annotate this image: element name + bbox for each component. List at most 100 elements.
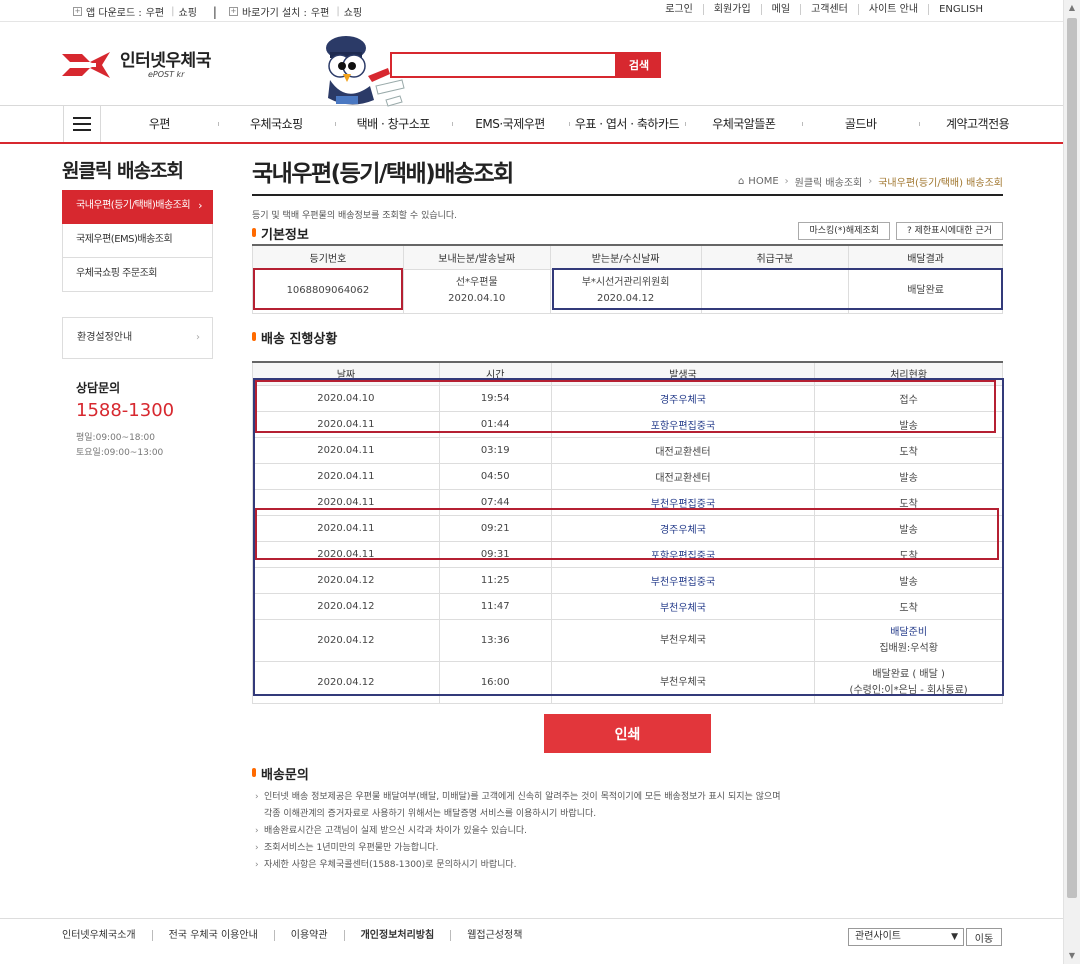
table-row: 2020.04.12 16:00 부천우체국 배달완료 ( 배달 ) (수령인:이*은님… (252, 661, 1003, 704)
status-cell: 배달준비 집배원:우석황 (814, 619, 1003, 662)
time-cell: 09:31 (438, 541, 552, 568)
status-text: 도착 (899, 447, 918, 458)
sitemap-link[interactable]: 사이트 안내 (857, 4, 928, 15)
status-cell: 도착 (814, 489, 1003, 516)
breadcrumb-oneclick[interactable]: 원클릭 배송조회 (795, 174, 863, 189)
date-cell: 2020.04.12 (252, 567, 440, 594)
nav-contract[interactable]: 계약고객전용 (919, 106, 1036, 142)
office-cell[interactable]: 부천우편집중국 (550, 489, 816, 516)
date-cell: 2020.04.11 (252, 463, 440, 490)
col-office: 발생국 (550, 360, 816, 386)
nav-mobile[interactable]: 우체국알뜰폰 (685, 106, 802, 142)
footer-offices-link[interactable]: 전국 우체국 이용안내 (151, 930, 274, 941)
footer-privacy-link[interactable]: 개인정보처리방침 (343, 930, 451, 941)
footer-accessibility-link[interactable]: 웹접근성정책 (450, 930, 538, 941)
table-row: 2020.04.11 09:31 포항우편집중국 도착 (252, 541, 1003, 568)
side-item-ems[interactable]: 국제우편(EMS)배송조회 (62, 224, 213, 258)
col-date: 날짜 (252, 360, 440, 386)
mail-link[interactable]: 메일 (760, 4, 800, 15)
unmask-button[interactable]: 마스킹(*)해제조회 (798, 222, 890, 240)
app-download-link-shop[interactable]: 쇼핑 (179, 4, 197, 19)
status-text[interactable]: 배달준비 (815, 625, 1002, 641)
scroll-up-icon[interactable]: ▲ (1064, 0, 1080, 16)
plus-icon: + (73, 7, 82, 16)
status-text: 도착 (899, 603, 918, 614)
sender-name: 선*우편물 (455, 277, 498, 288)
time-cell: 07:44 (438, 489, 552, 516)
saturday-hours: 토요일:09:00~13:00 (76, 448, 164, 458)
time-cell: 16:00 (438, 661, 552, 704)
tracking-number: 1068809064062 (252, 268, 404, 314)
env-settings-link[interactable]: 환경설정안내 › (62, 317, 213, 359)
shortcut-group: + 바로가기 설치 : 우편 | 쇼핑 (228, 4, 363, 19)
time-cell: 04:50 (438, 463, 552, 490)
join-link[interactable]: 회원가입 (702, 4, 761, 15)
col-time: 시간 (438, 360, 552, 386)
date-cell: 2020.04.12 (252, 619, 440, 662)
family-site-go-button[interactable]: 이동 (966, 928, 1002, 946)
site-logo[interactable]: 인터넷우체국 ePOST kr (62, 50, 211, 80)
office-cell[interactable]: 경주우체국 (550, 515, 816, 542)
office-cell: 부천우체국 (550, 661, 816, 704)
nav-stamp[interactable]: 우표 · 엽서 · 축하카드 (568, 106, 686, 142)
login-link[interactable]: 로그인 (655, 4, 703, 15)
limit-basis-button[interactable]: ? 제한표시에대한 근거 (895, 222, 1003, 240)
nav-parcel[interactable]: 택배 · 창구소포 (334, 106, 452, 142)
footer-about-link[interactable]: 인터넷우체국소개 (62, 930, 152, 941)
status-cell: 발송 (814, 515, 1003, 542)
shortcut-label: 바로가기 설치 : (241, 8, 307, 19)
consult-label: 상담문의 (76, 381, 121, 395)
header: 인터넷우체국 ePOST kr 검색 (0, 22, 1063, 107)
shortcut-link-post[interactable]: 우편 (311, 4, 329, 19)
english-link[interactable]: ENGLISH (928, 4, 993, 15)
nav-goldbar[interactable]: 골드바 (802, 106, 919, 142)
search-input[interactable] (390, 52, 617, 78)
nav-post[interactable]: 우편 (101, 106, 218, 142)
print-button[interactable]: 인쇄 (544, 714, 711, 753)
notice-line: 배송완료시간은 고객님이 실제 받으신 시각과 차이가 있을수 있습니다. (252, 823, 872, 840)
time-cell: 11:47 (438, 593, 552, 620)
breadcrumb-home[interactable]: HOME (748, 176, 778, 187)
page-description: 등기 및 택배 우편물의 배송정보를 조회할 수 있습니다. (252, 211, 458, 221)
office-cell[interactable]: 포항우편집중국 (550, 541, 816, 568)
office-cell[interactable]: 포항우편집중국 (550, 411, 816, 438)
scrollbar-thumb[interactable] (1067, 18, 1077, 898)
status-cell: 배달완료 ( 배달 ) (수령인:이*은님 - 회사동료) (814, 661, 1003, 704)
date-cell: 2020.04.11 (252, 541, 440, 568)
customer-center-link[interactable]: 고객센터 (800, 4, 858, 15)
status-cell: 도착 (814, 541, 1003, 568)
scroll-down-icon[interactable]: ▼ (1064, 948, 1080, 964)
family-site-select[interactable]: 관련사이트 ▼ (848, 928, 964, 946)
basic-info-table: 등기번호 보내는분/발송날짜 받는분/수신날짜 취급구분 배달결과 106880… (252, 244, 1003, 314)
search-button[interactable]: 검색 (617, 52, 661, 78)
office-cell[interactable]: 경주우체국 (550, 385, 816, 412)
logo-text: 인터넷우체국 (120, 50, 211, 71)
nav-shopping[interactable]: 우체국쇼핑 (217, 106, 335, 142)
side-item-shop-order[interactable]: 우체국쇼핑 주문조회 (62, 258, 213, 292)
office-cell[interactable]: 부천우체국 (550, 593, 816, 620)
hamburger-icon (73, 117, 91, 131)
side-item-domestic[interactable]: 국내우편(등기/택배)배송조회 › (62, 190, 213, 224)
delivery-result: 배달완료 (848, 268, 1003, 314)
chevron-right-icon: › (198, 199, 202, 212)
footer-terms-link[interactable]: 이용약관 (273, 930, 344, 941)
vertical-scrollbar[interactable]: ▲ ▼ (1063, 0, 1080, 964)
status-text: 배달완료 ( 배달 ) (872, 668, 945, 680)
breadcrumb-current: 국내우편(등기/택배) 배송조회 (878, 178, 1003, 189)
col-result: 배달결과 (848, 244, 1003, 270)
notice-line: 자세한 사항은 우체국콜센터(1588-1300)로 문의하시기 바랍니다. (252, 857, 872, 874)
status-cell: 발송 (814, 411, 1003, 438)
office-cell[interactable]: 부천우편집중국 (550, 567, 816, 594)
footer: 인터넷우체국소개 전국 우체국 이용안내 이용약관 개인정보처리방침 웹접근성정… (0, 918, 1063, 964)
shortcut-link-shop[interactable]: 쇼핑 (344, 4, 362, 19)
table-row: 2020.04.11 01:44 포항우편집중국 발송 (252, 411, 1003, 438)
col-receiver: 받는분/수신날짜 (549, 244, 702, 270)
main-content: 국내우편(등기/택배)배송조회 ⌂ HOME › 원클릭 배송조회 › 국내우편… (252, 152, 1003, 704)
nav-ems[interactable]: EMS·국제우편 (451, 106, 569, 142)
status-cell: 접수 (814, 385, 1003, 412)
office-cell: 대전교환센터 (550, 437, 816, 464)
utility-bar: + 앱 다운로드 : 우편 | 쇼핑 | + 바로가기 설치 : 우편 | 쇼핑 로… (0, 0, 1063, 22)
status-detail: 집배원:우석황 (879, 642, 938, 654)
all-menu-button[interactable] (63, 106, 101, 142)
app-download-link-post[interactable]: 우편 (146, 4, 164, 19)
